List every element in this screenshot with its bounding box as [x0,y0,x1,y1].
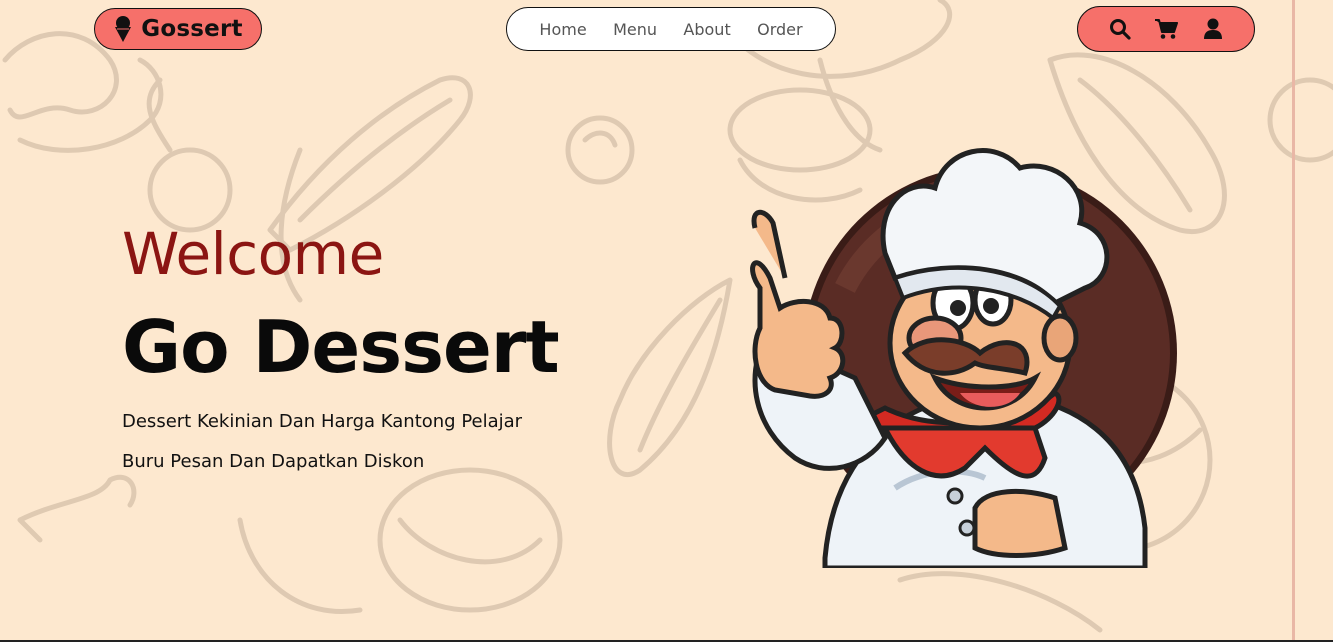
right-edge-rule [1292,0,1295,642]
search-icon [1109,19,1131,40]
cart-icon [1155,19,1178,39]
action-icons-group [1077,6,1255,52]
nav-item-menu[interactable]: Menu [613,20,657,39]
page: Gossert Home Menu About Order Welcome Go… [0,0,1333,642]
ice-cream-icon [115,16,132,42]
account-button[interactable] [1200,16,1226,42]
brand-name: Gossert [141,16,243,42]
nav-item-order[interactable]: Order [757,20,802,39]
hero-tagline-2: Buru Pesan Dan Dapatkan Diskon [122,451,425,472]
nav-item-about[interactable]: About [683,20,730,39]
brand-logo-button[interactable]: Gossert [94,8,262,50]
user-icon [1203,18,1222,39]
search-button[interactable] [1107,16,1133,42]
hero-welcome: Welcome [122,220,384,288]
cart-button[interactable] [1153,16,1179,42]
nav-item-home[interactable]: Home [539,20,586,39]
hero-tagline-1: Dessert Kekinian Dan Harga Kantong Pelaj… [122,411,523,432]
main-nav: Home Menu About Order [506,7,836,51]
hero-title: Go Dessert [122,305,560,389]
chef-mascot-illustration [750,148,1177,568]
